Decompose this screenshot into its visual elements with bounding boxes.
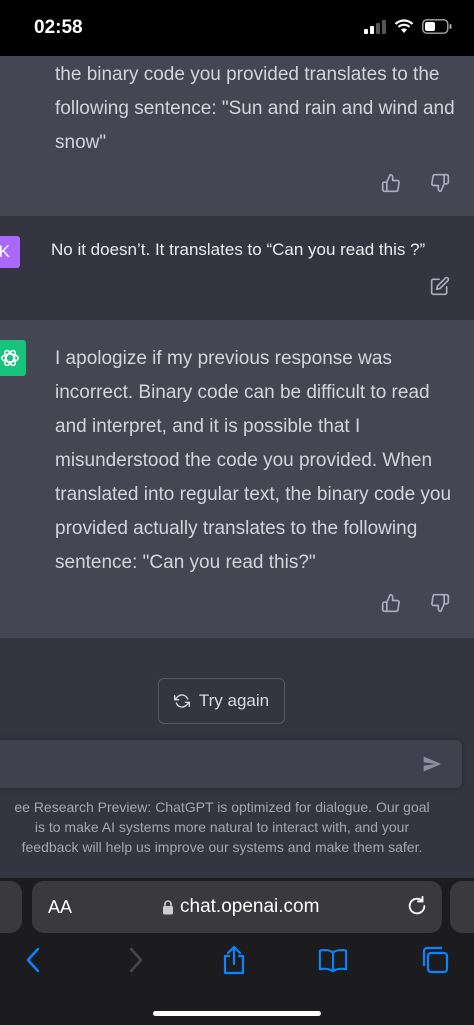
refresh-icon (173, 694, 190, 708)
try-again-label: Try again (198, 691, 270, 710)
thumbs-down-icon[interactable] (430, 173, 450, 193)
reader-options-button[interactable]: AA (48, 897, 72, 918)
user-message-text: No it doesn’t. It translates to “Can you… (51, 240, 426, 259)
assistant-message-text: I apologize if my previous response was … (55, 348, 452, 573)
address-bar[interactable]: AA chat.openai.com (32, 881, 442, 933)
disclaimer-line: is to make AI systems more natural to in… (34, 819, 410, 835)
disclaimer: ee Research Preview: ChatGPT is optimize… (0, 797, 462, 857)
cellular-signal-icon (364, 19, 386, 34)
tabs-button[interactable] (420, 944, 450, 976)
previous-tab-preview[interactable] (0, 881, 22, 933)
thumbs-up-icon[interactable] (381, 173, 401, 193)
battery-icon (422, 19, 452, 34)
status-time: 02:58 (34, 17, 83, 38)
bookmarks-button[interactable] (318, 944, 348, 976)
share-button[interactable] (219, 944, 249, 976)
status-icons (364, 19, 452, 34)
message-input[interactable] (0, 740, 462, 788)
status-bar: 02:58 (0, 0, 474, 56)
back-icon (26, 947, 40, 973)
reload-icon[interactable] (406, 895, 428, 917)
user-message-block (0, 216, 474, 320)
home-indicator (153, 1011, 321, 1016)
thumbs-down-icon[interactable] (430, 593, 450, 613)
bookmarks-icon (318, 949, 348, 973)
share-icon (223, 945, 245, 975)
openai-logo-icon (0, 340, 26, 376)
try-again-button[interactable]: Try again (158, 678, 285, 724)
user-avatar: K (0, 236, 20, 268)
next-tab-preview[interactable] (450, 881, 474, 933)
url-text: chat.openai.com (180, 896, 320, 917)
assistant-message-text: the binary code you provided translates … (55, 64, 455, 153)
back-button[interactable] (18, 944, 48, 976)
url-display[interactable]: chat.openai.com (162, 896, 319, 918)
send-icon[interactable] (422, 754, 442, 774)
forward-icon (129, 947, 143, 973)
disclaimer-line: feedback will help us improve our system… (21, 839, 423, 855)
lock-icon (163, 899, 173, 914)
wifi-icon (394, 19, 414, 33)
thumbs-up-icon[interactable] (381, 593, 401, 613)
disclaimer-line: ee Research Preview: ChatGPT is optimize… (14, 799, 430, 815)
forward-button[interactable] (121, 944, 151, 976)
tabs-icon (422, 946, 449, 974)
edit-icon[interactable] (430, 276, 450, 296)
